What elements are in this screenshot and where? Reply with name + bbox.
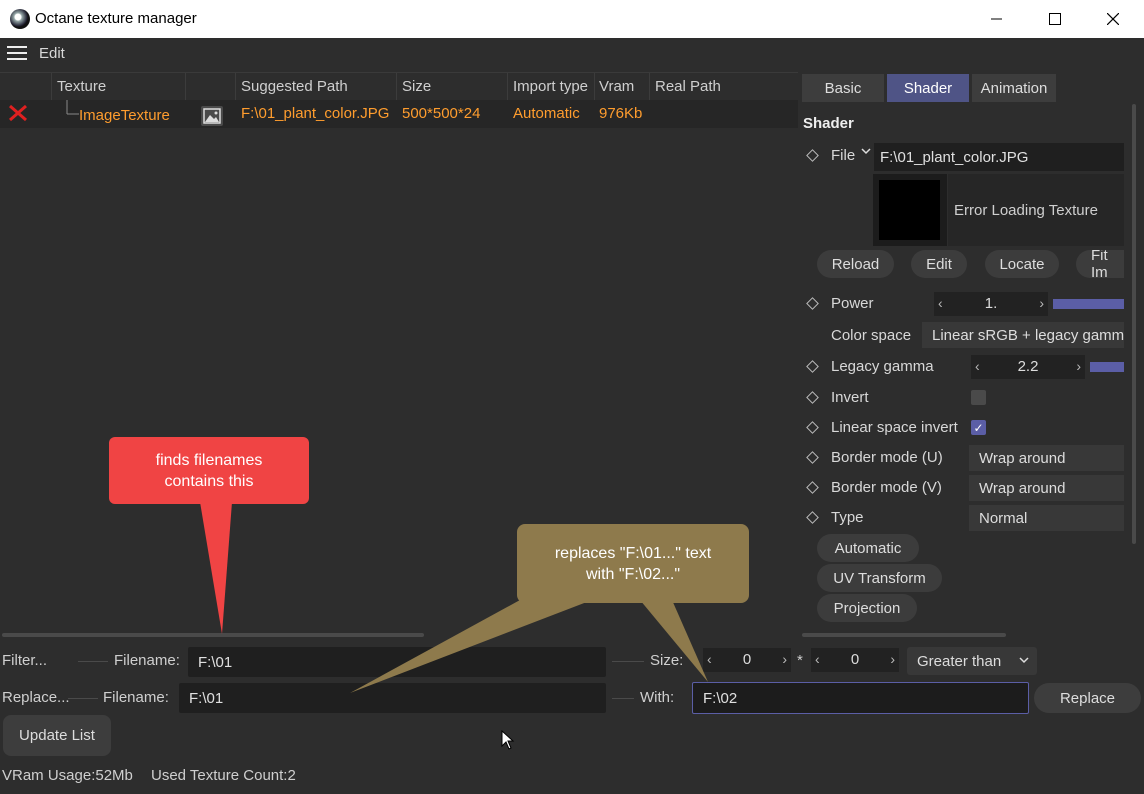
replace-callout: replaces "F:\01..." text with "F:\02..." <box>517 524 749 603</box>
replace-callout-pointer-left <box>350 600 592 693</box>
filter-callout: finds filenames contains this <box>109 437 309 504</box>
filter-callout-pointer <box>200 502 232 634</box>
callout-pointers <box>200 502 708 693</box>
replace-callout-pointer-right <box>640 600 708 682</box>
